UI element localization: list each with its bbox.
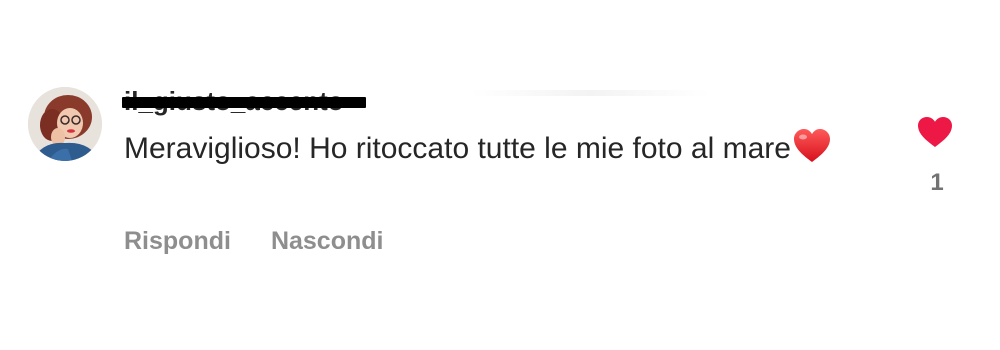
comment: il_giusto_accento Meraviglioso! Ho ritoc…: [0, 0, 1000, 350]
hide-button[interactable]: Nascondi: [271, 224, 384, 258]
heart-icon[interactable]: [917, 116, 953, 148]
redaction-smudge: [470, 90, 710, 96]
comment-body: Meraviglioso! Ho ritoccato tutte le mie …: [124, 128, 844, 176]
reply-button[interactable]: Rispondi: [124, 224, 231, 258]
like-area: 1: [912, 116, 958, 197]
username-redaction: [122, 97, 366, 108]
comment-text: Meraviglioso! Ho ritoccato tutte le mie …: [124, 132, 791, 165]
comment-actions: Rispondi Nascondi: [124, 224, 383, 258]
avatar-image: [28, 87, 102, 161]
like-count[interactable]: 1: [916, 169, 958, 197]
red-heart-emoji: [793, 128, 831, 176]
avatar[interactable]: [28, 87, 102, 161]
